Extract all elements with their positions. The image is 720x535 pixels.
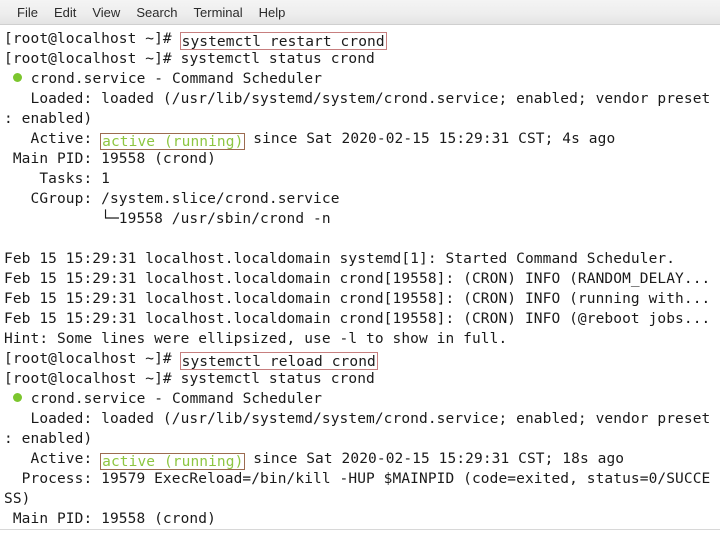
terminal-command-line: [root@localhost ~]# systemctl restart cr… <box>4 29 720 50</box>
leading-space <box>4 391 13 407</box>
service-active-line: Active: active (running) since Sat 2020-… <box>4 449 720 470</box>
shell-prompt: [root@localhost ~]# <box>4 31 172 47</box>
menu-file[interactable]: File <box>9 3 46 22</box>
terminal-command-line: [root@localhost ~]# systemctl status cro… <box>4 49 720 69</box>
highlighted-command: systemctl reload crond <box>179 352 378 370</box>
shell-prompt: [root@localhost ~]# <box>4 371 172 387</box>
menu-bar: File Edit View Search Terminal Help <box>0 0 720 25</box>
service-unit-header: crond.service - Command Scheduler <box>4 389 720 409</box>
active-label: Active: <box>4 451 102 467</box>
menu-terminal[interactable]: Terminal <box>186 3 251 22</box>
terminal-line-text: Process: 19579 ExecReload=/bin/kill -HUP… <box>4 471 711 487</box>
menu-help[interactable]: Help <box>251 3 294 22</box>
terminal-output-line: : enabled) <box>4 109 720 129</box>
terminal-output-line: Process: 19579 ExecReload=/bin/kill -HUP… <box>4 469 720 489</box>
service-unit-title: crond.service - Command Scheduler <box>30 71 323 87</box>
terminal-output-line: Feb 15 15:29:31 localhost.localdomain cr… <box>4 289 720 309</box>
status-badge: active (running) <box>100 133 246 150</box>
terminal-output-line: Tasks: 1 <box>4 169 720 189</box>
terminal-output-area[interactable]: [root@localhost ~]# systemctl restart cr… <box>0 25 720 529</box>
terminal-output-line: Loaded: loaded (/usr/lib/systemd/system/… <box>4 89 720 109</box>
typed-command: systemctl status crond <box>180 51 375 67</box>
terminal-line-text: : enabled) <box>4 111 93 127</box>
terminal-output-line: CGroup: /system.slice/crond.service <box>4 189 720 209</box>
terminal-line-text: Main PID: 19558 (crond) <box>4 511 216 527</box>
leading-space <box>4 71 13 87</box>
terminal-line-text: SS) <box>4 491 31 507</box>
terminal-line-text: Hint: Some lines were ellipsized, use -l… <box>4 331 508 347</box>
terminal-output-line: Main PID: 19558 (crond) <box>4 149 720 169</box>
terminal-line-text: Feb 15 15:29:31 localhost.localdomain cr… <box>4 311 711 327</box>
terminal-command-line: [root@localhost ~]# systemctl status cro… <box>4 369 720 389</box>
service-unit-title: crond.service - Command Scheduler <box>30 391 323 407</box>
shell-prompt: [root@localhost ~]# <box>4 351 172 367</box>
terminal-line-text: Feb 15 15:29:31 localhost.localdomain cr… <box>4 291 711 307</box>
service-status-dot-icon <box>12 393 22 402</box>
terminal-output-line: Feb 15 15:29:31 localhost.localdomain cr… <box>4 269 720 289</box>
service-status-dot-icon <box>12 73 22 82</box>
terminal-output-line: Feb 15 15:29:31 localhost.localdomain sy… <box>4 249 720 269</box>
menu-edit[interactable]: Edit <box>46 3 84 22</box>
active-since-text: since Sat 2020-02-15 15:29:31 CST; 4s ag… <box>244 131 616 147</box>
typed-command: systemctl status crond <box>180 371 375 387</box>
terminal-line-text: Loaded: loaded (/usr/lib/systemd/system/… <box>4 411 711 427</box>
menu-view[interactable]: View <box>84 3 128 22</box>
highlighted-command: systemctl restart crond <box>179 32 387 50</box>
service-active-line: Active: active (running) since Sat 2020-… <box>4 129 720 150</box>
terminal-line-text: Feb 15 15:29:31 localhost.localdomain sy… <box>4 251 676 267</box>
active-label: Active: <box>4 131 102 147</box>
terminal-output-line: : enabled) <box>4 429 720 449</box>
terminal-output-line: └─19558 /usr/sbin/crond -n <box>4 209 720 229</box>
terminal-line-text: Main PID: 19558 (crond) <box>4 151 216 167</box>
shell-prompt: [root@localhost ~]# <box>4 51 172 67</box>
terminal-command-line: [root@localhost ~]# systemctl reload cro… <box>4 349 720 370</box>
status-badge: active (running) <box>100 453 246 470</box>
terminal-line-text: Loaded: loaded (/usr/lib/systemd/system/… <box>4 91 711 107</box>
terminal-line-text: CGroup: /system.slice/crond.service <box>4 191 340 207</box>
terminal-output-line: Feb 15 15:29:31 localhost.localdomain cr… <box>4 309 720 329</box>
active-since-text: since Sat 2020-02-15 15:29:31 CST; 18s a… <box>244 451 625 467</box>
terminal-output-line: SS) <box>4 489 720 509</box>
terminal-output-line: Loaded: loaded (/usr/lib/systemd/system/… <box>4 409 720 429</box>
terminal-line-text: └─19558 /usr/sbin/crond -n <box>4 211 331 227</box>
terminal-window: File Edit View Search Terminal Help [root@loc… <box>0 0 720 535</box>
service-unit-header: crond.service - Command Scheduler <box>4 69 720 89</box>
window-bottom-edge <box>0 529 720 535</box>
terminal-line-text: : enabled) <box>4 431 93 447</box>
terminal-line-text: Feb 15 15:29:31 localhost.localdomain cr… <box>4 271 711 287</box>
menu-search[interactable]: Search <box>128 3 185 22</box>
terminal-output-line: Hint: Some lines were ellipsized, use -l… <box>4 329 720 349</box>
terminal-line-text: Tasks: 1 <box>4 171 110 187</box>
terminal-output-line: Main PID: 19558 (crond) <box>4 509 720 529</box>
